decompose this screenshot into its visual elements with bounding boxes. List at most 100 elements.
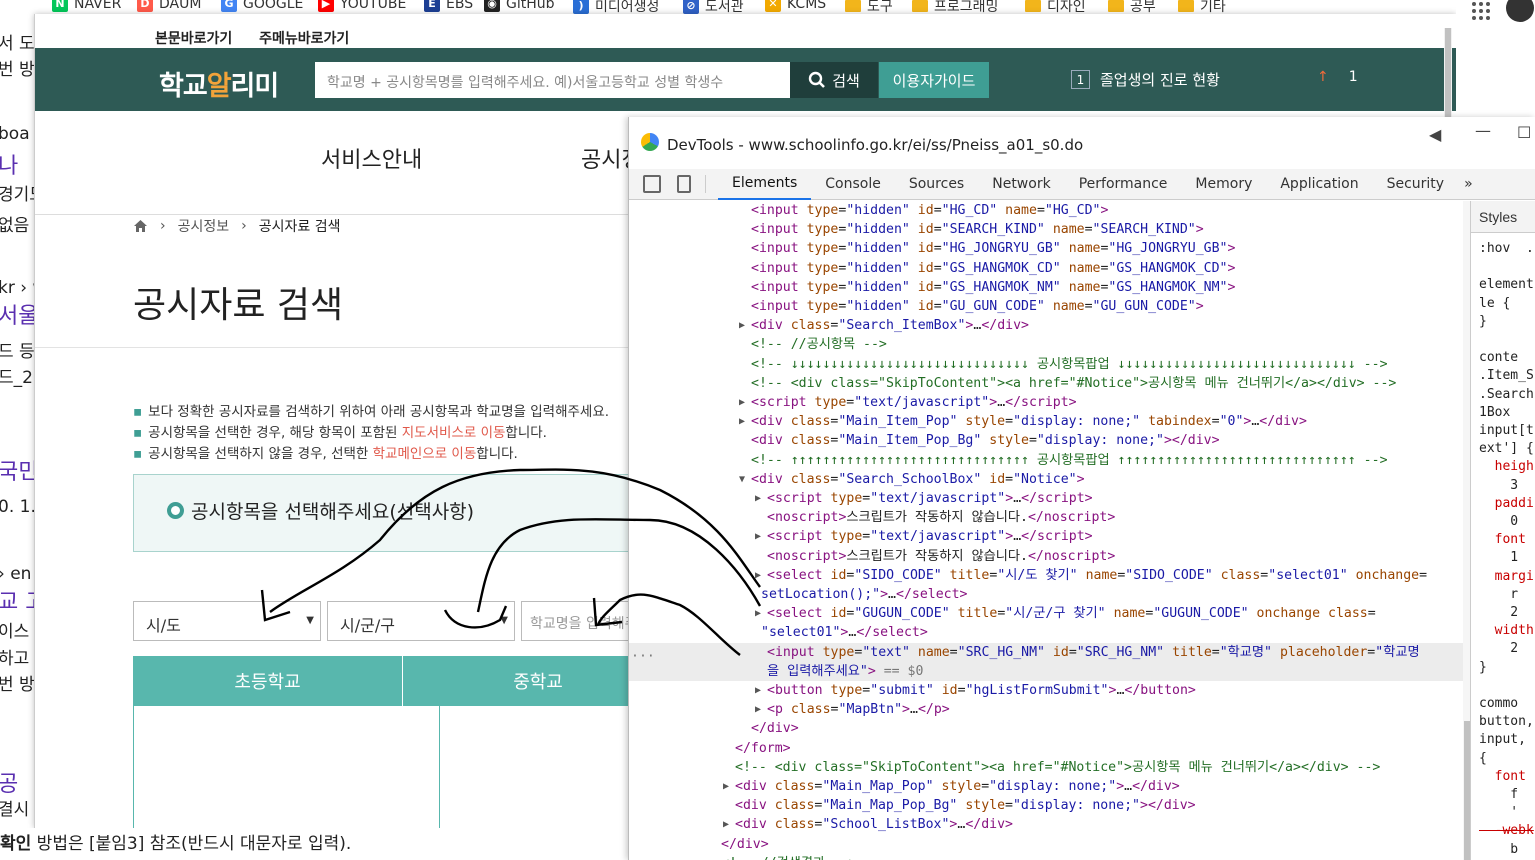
minimize-icon[interactable]: —	[1475, 121, 1491, 140]
triangle-collapsed-icon[interactable]: ▶	[755, 604, 761, 623]
triangle-collapsed-icon[interactable]: ▶	[739, 316, 745, 335]
triangle-collapsed-icon[interactable]: ▶	[723, 815, 729, 834]
dom-node-line[interactable]: ▶ <button type="submit" id="hgListFormSub…	[629, 681, 1465, 700]
dom-node-line[interactable]: </div>	[629, 835, 1465, 854]
dom-node-line[interactable]: <input type="hidden" id="GS_HANGMOK_NM" …	[629, 278, 1465, 297]
dom-node-line[interactable]: <input type="hidden" id="SEARCH_KIND" na…	[629, 220, 1465, 239]
dom-node-line[interactable]: </div>	[629, 719, 1465, 738]
dom-node-line[interactable]: <!-- <div class="SkipToContent"><a href=…	[629, 758, 1465, 777]
item-select-box[interactable]: 공시항목을 선택해주세요(선택사항)	[133, 474, 653, 552]
bookmark-5[interactable]: ◉ GitHub	[484, 0, 555, 12]
profile-avatar[interactable]	[1506, 0, 1534, 22]
tab-application[interactable]: Application	[1266, 169, 1372, 200]
tab-console[interactable]: Console	[811, 169, 895, 200]
dom-node-line[interactable]: <input type="hidden" id="HG_CD" name="HG…	[629, 201, 1465, 220]
background-text-fragment: 공	[0, 772, 19, 797]
maximize-icon[interactable]: ☐	[1517, 123, 1531, 142]
dom-node-line[interactable]: <noscript>스크립트가 작동하지 않습니다.</noscript>	[629, 547, 1465, 566]
bookmark-11[interactable]: 디자인	[1025, 0, 1086, 14]
search-button[interactable]: 검색	[790, 62, 878, 98]
chevron-right-icon: ›	[160, 218, 166, 234]
tab-memory[interactable]: Memory	[1181, 169, 1266, 200]
dom-node-line[interactable]: ▶ <div class="Main_Item_Pop" style="displ…	[629, 412, 1465, 431]
dom-node-line[interactable]: ▶ <div class="Main_Map_Pop" style="displa…	[629, 777, 1465, 796]
dom-node-line[interactable]: <div class="Main_Item_Pop_Bg" style="dis…	[629, 431, 1465, 450]
dom-node-line[interactable]: <input type="hidden" id="HG_JONGRYU_GB" …	[629, 239, 1465, 258]
dom-node-line[interactable]: setLocation();">…</select>	[629, 585, 1465, 604]
scrollbar-thumb[interactable]	[1445, 28, 1451, 128]
bookmark-4[interactable]: E EBS	[424, 0, 473, 12]
popular-ticker[interactable]: 1 졸업생의 진로 현황	[1071, 69, 1220, 90]
home-icon[interactable]	[133, 219, 148, 233]
dom-node-line[interactable]: <input type="hidden" id="GS_HANGMOK_CD" …	[629, 259, 1465, 278]
gugun-select[interactable]: 시/군/구 ▼	[327, 601, 515, 641]
triangle-collapsed-icon[interactable]: ▶	[755, 527, 761, 546]
bookmark-0[interactable]: N NAVER	[52, 0, 121, 12]
triangle-expanded-icon[interactable]: ▼	[739, 470, 745, 489]
dom-node-line[interactable]: </form>	[629, 739, 1465, 758]
dom-node-line[interactable]: <input type="hidden" id="GU_GUN_CODE" na…	[629, 297, 1465, 316]
map-service-link[interactable]: 지도서비스로 이동	[402, 425, 506, 441]
dom-node-line[interactable]: ▶ <p class="MapBtn">…</p>	[629, 700, 1465, 719]
more-options-icon[interactable]: ···	[629, 647, 659, 666]
triangle-collapsed-icon[interactable]: ▶	[755, 489, 761, 508]
dom-node-line[interactable]: <div class="Main_Map_Pop_Bg" style="disp…	[629, 796, 1465, 815]
bookmark-13[interactable]: 기타	[1178, 0, 1226, 14]
dom-node-line[interactable]: ▼ <div class="Search_SchoolBox" id="Notic…	[629, 470, 1465, 489]
school-main-link[interactable]: 학교메인으로 이동	[373, 446, 477, 462]
dom-node-line[interactable]: <!-- //공시항목 -->	[629, 335, 1465, 354]
bookmark-1[interactable]: D DAUM	[137, 0, 201, 12]
dom-node-line[interactable]: ▶ <script type="text/javascript">…</scrip…	[629, 393, 1465, 412]
bookmark-7[interactable]: ⊘ 도서관	[683, 0, 744, 14]
skip-to-menu-link[interactable]: 주메뉴바로가기	[259, 31, 349, 47]
user-guide-button[interactable]: 이용자가이드	[879, 62, 989, 98]
bookmark-2[interactable]: G GOOGLE	[221, 0, 303, 12]
dom-node-line[interactable]: <input type="text" name="SRC_HG_NM" id="…	[629, 642, 1465, 662]
tab-performance[interactable]: Performance	[1065, 169, 1182, 200]
site-search-input[interactable]: 학교명 + 공시항목명를 입력해주세요. 예)서울고등학교 성별 학생수	[315, 62, 790, 98]
device-toolbar-icon[interactable]	[677, 175, 691, 193]
apps-grid-icon[interactable]	[1472, 2, 1490, 20]
inspect-element-icon[interactable]	[643, 175, 661, 193]
dom-node-line[interactable]: 을 입력해주세요"> == $0	[629, 661, 1465, 681]
bookmark-9[interactable]: 도구	[845, 0, 893, 14]
tab-sources[interactable]: Sources	[895, 169, 978, 200]
style-rule-line: font	[1479, 532, 1526, 548]
dom-node-line[interactable]: ▶ <div class="School_ListBox">…</div>	[629, 815, 1465, 834]
skip-to-content-link[interactable]: 본문바로가기	[155, 31, 232, 47]
tab-network[interactable]: Network	[978, 169, 1064, 200]
dom-node-line[interactable]: ▶ <script type="text/javascript">…</scrip…	[629, 489, 1465, 508]
triangle-collapsed-icon[interactable]: ▶	[755, 700, 761, 719]
bookmark-12[interactable]: 공부	[1108, 0, 1156, 14]
tab-security[interactable]: Security	[1373, 169, 1459, 200]
tab-elements[interactable]: Elements	[718, 169, 812, 200]
dom-node-line[interactable]: ▶ <select id="GUGUN_CODE" title="시/군/구 찾기…	[629, 604, 1465, 623]
site-logo[interactable]: 학교알리미	[159, 64, 279, 103]
elements-dom-tree[interactable]: <input type="hidden" id="HG_CD" name="HG…	[629, 201, 1465, 860]
bookmark-6[interactable]: ) 미디어생성	[573, 0, 659, 14]
dom-node-line[interactable]: "select01">…</select>	[629, 623, 1465, 642]
dom-node-line[interactable]: ▶ <script type="text/javascript">…</scrip…	[629, 527, 1465, 546]
dom-node-line[interactable]: ▶ <select id="SIDO_CODE" title="시/도 찾기" n…	[629, 566, 1465, 585]
more-tabs-icon[interactable]: »	[1458, 169, 1479, 200]
sido-select[interactable]: 시/도 ▼	[133, 601, 321, 641]
dom-node-line[interactable]: <!-- ↓↓↓↓↓↓↓↓↓↓↓↓↓↓↓↓↓↓↓↓↓↓↓↓↓↓↓↓↓↓ 공시항목…	[629, 355, 1465, 374]
bookmark-3[interactable]: ▶ YOUTUBE	[318, 0, 406, 12]
menu-service-info[interactable]: 서비스안내	[321, 142, 422, 174]
breadcrumb-item[interactable]: 공시정보	[178, 216, 230, 236]
triangle-collapsed-icon[interactable]: ▶	[755, 681, 761, 700]
bookmark-10[interactable]: 프로그래밍	[912, 0, 998, 14]
triangle-collapsed-icon[interactable]: ▶	[739, 412, 745, 431]
triangle-collapsed-icon[interactable]: ▶	[739, 393, 745, 412]
tab-elementary[interactable]: 초등학교	[133, 656, 404, 706]
dom-node-line[interactable]: <!-- //검색결과 -->	[629, 854, 1465, 860]
dom-node-line[interactable]: <!-- <div class="SkipToContent"><a href=…	[629, 374, 1465, 393]
dom-node-line[interactable]: <!-- ↑↑↑↑↑↑↑↑↑↑↑↑↑↑↑↑↑↑↑↑↑↑↑↑↑↑↑↑↑↑ 공시항목…	[629, 451, 1465, 470]
triangle-collapsed-icon[interactable]: ▶	[755, 566, 761, 585]
dom-node-line[interactable]: ▶ <div class="Search_ItemBox">…</div>	[629, 316, 1465, 335]
bookmark-8[interactable]: ✕ KCMS	[765, 0, 826, 12]
chrome-toolbar-right	[1456, 0, 1535, 117]
styles-tab[interactable]: Styles	[1471, 201, 1535, 233]
triangle-collapsed-icon[interactable]: ▶	[723, 777, 729, 796]
dom-node-line[interactable]: <noscript>스크립트가 작동하지 않습니다.</noscript>	[629, 508, 1465, 527]
